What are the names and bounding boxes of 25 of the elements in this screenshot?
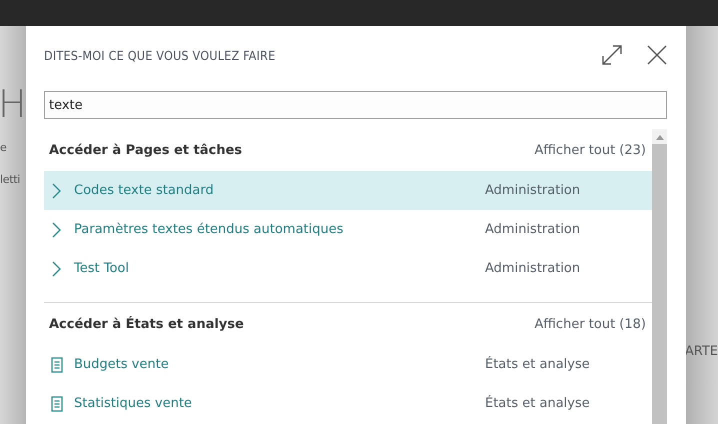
result-item[interactable]: Codes texte standard Administration (44, 171, 652, 210)
page-heading: H (0, 82, 26, 126)
result-item[interactable]: Budgets vente États et analyse (44, 345, 652, 384)
close-icon[interactable] (647, 45, 667, 65)
page-label: letti (0, 172, 22, 188)
search-field[interactable]: texte (44, 91, 667, 119)
category-label: Administration (485, 261, 580, 276)
result-item[interactable]: Test Tool Administration (44, 249, 652, 288)
page-label: e (0, 140, 8, 156)
dialog-title: DITES-MOI CE QUE VOUS VOULEZ FAIRE (44, 48, 276, 62)
expand-icon[interactable] (601, 44, 623, 66)
show-all-link[interactable]: Afficher tout (23) (534, 142, 646, 158)
category-label: États et analyse (485, 396, 590, 411)
section-title: Accéder à Pages et tâches (49, 142, 242, 158)
result-item[interactable]: Statistiques vente États et analyse (44, 384, 652, 423)
scroll-up-icon[interactable] (656, 134, 664, 140)
show-all-link[interactable]: Afficher tout (18) (534, 316, 646, 332)
category-label: Administration (485, 222, 580, 237)
category-label: Administration (485, 183, 580, 198)
section-title: Accéder à États et analyse (49, 316, 244, 332)
document-icon (50, 396, 64, 412)
category-label: États et analyse (485, 357, 590, 372)
result-item[interactable]: Paramètres textes étendus automatiques Administration (44, 210, 652, 249)
page-label: ARTE (684, 344, 718, 359)
document-icon (50, 356, 64, 372)
